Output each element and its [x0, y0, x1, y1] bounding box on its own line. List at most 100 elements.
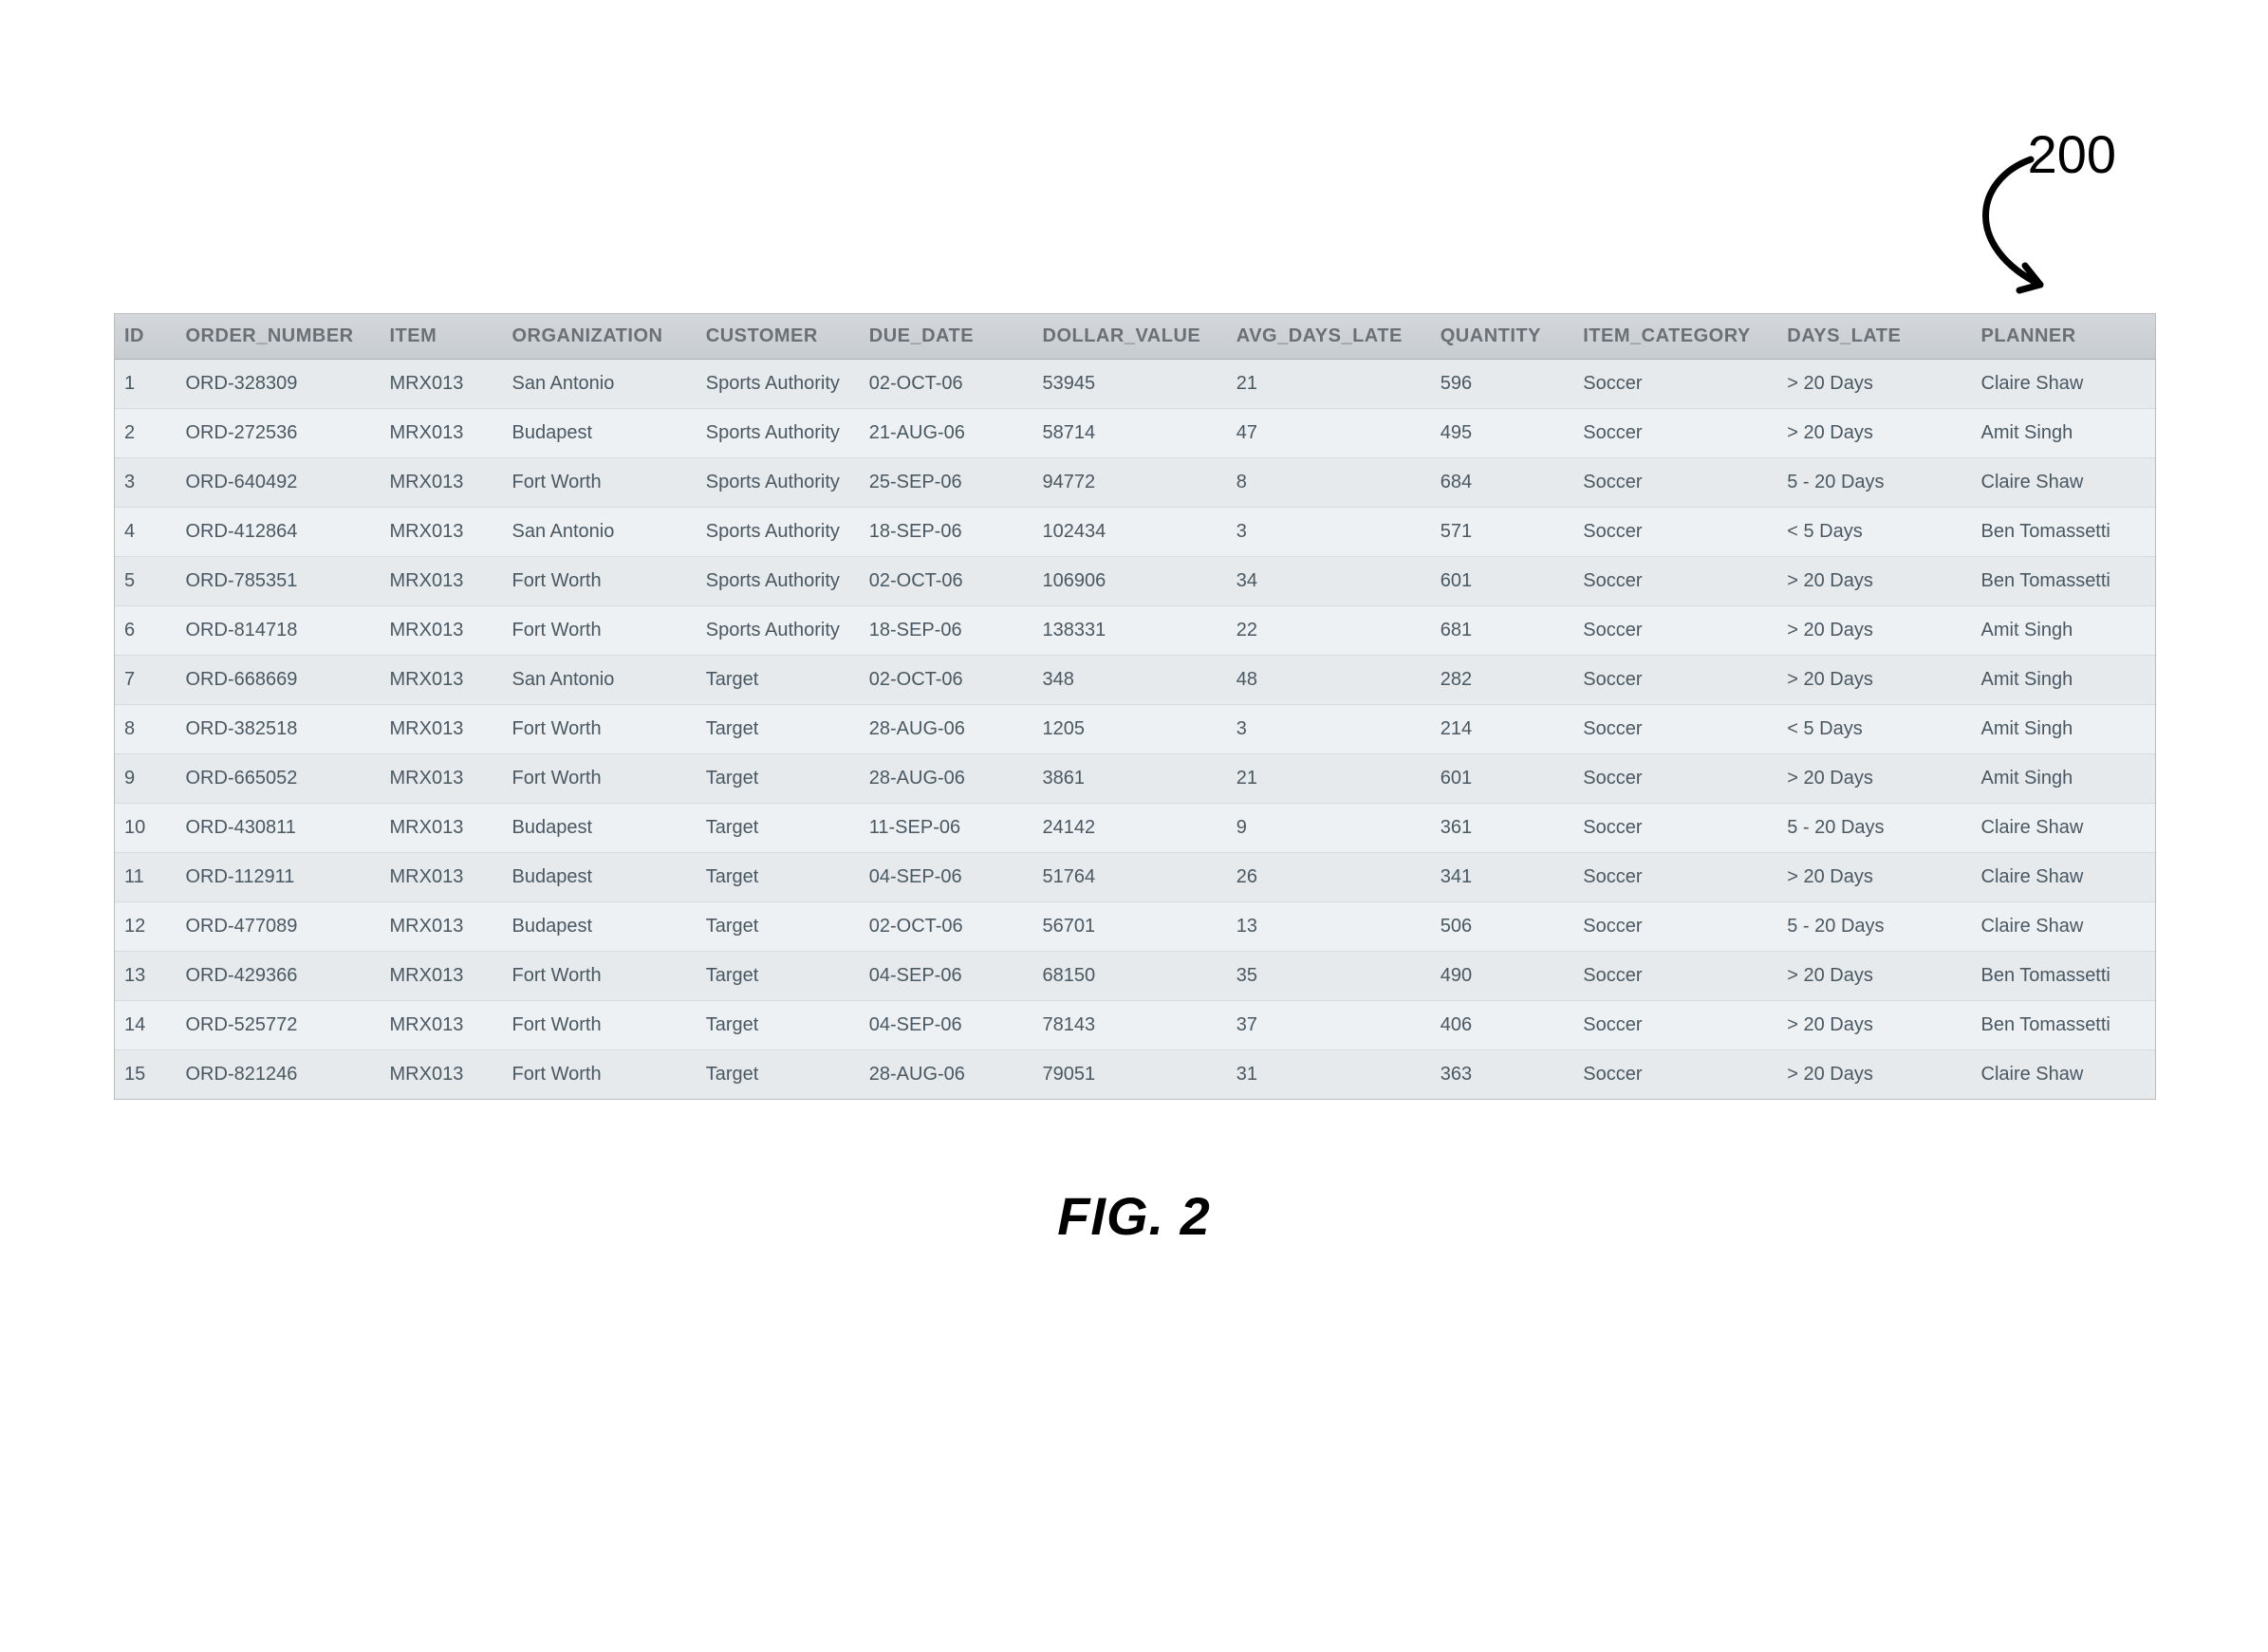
- cell-customer: Target: [697, 902, 860, 952]
- cell-planner: Amit Singh: [1972, 754, 2156, 804]
- cell-planner: Claire Shaw: [1972, 804, 2156, 853]
- cell-quantity: 406: [1431, 1001, 1574, 1050]
- cell-item-category: Soccer: [1573, 360, 1777, 409]
- col-header-due-date[interactable]: DUE_DATE: [860, 314, 1033, 360]
- cell-id: 6: [115, 606, 177, 656]
- cell-dollar-value: 3861: [1033, 754, 1227, 804]
- table-row[interactable]: 3ORD-640492MRX013Fort WorthSports Author…: [115, 458, 2155, 508]
- cell-item: MRX013: [381, 754, 503, 804]
- cell-avg-days-late: 3: [1227, 508, 1431, 557]
- cell-id: 13: [115, 952, 177, 1001]
- cell-item-category: Soccer: [1573, 804, 1777, 853]
- table-row[interactable]: 4ORD-412864MRX013San AntonioSports Autho…: [115, 508, 2155, 557]
- orders-table-container: ID ORDER_NUMBER ITEM ORGANIZATION CUSTOM…: [114, 313, 2156, 1100]
- cell-id: 15: [115, 1050, 177, 1100]
- table-row[interactable]: 13ORD-429366MRX013Fort WorthTarget04-SEP…: [115, 952, 2155, 1001]
- cell-organization: Fort Worth: [503, 458, 697, 508]
- cell-dollar-value: 138331: [1033, 606, 1227, 656]
- cell-due-date: 25-SEP-06: [860, 458, 1033, 508]
- cell-due-date: 28-AUG-06: [860, 1050, 1033, 1100]
- table-row[interactable]: 2ORD-272536MRX013BudapestSports Authorit…: [115, 409, 2155, 458]
- col-header-order-number[interactable]: ORDER_NUMBER: [177, 314, 381, 360]
- col-header-dollar-value[interactable]: DOLLAR_VALUE: [1033, 314, 1227, 360]
- cell-customer: Sports Authority: [697, 557, 860, 606]
- cell-organization: Budapest: [503, 853, 697, 902]
- cell-order-number: ORD-112911: [177, 853, 381, 902]
- cell-avg-days-late: 21: [1227, 754, 1431, 804]
- cell-id: 1: [115, 360, 177, 409]
- col-header-item-category[interactable]: ITEM_CATEGORY: [1573, 314, 1777, 360]
- cell-order-number: ORD-477089: [177, 902, 381, 952]
- cell-customer: Target: [697, 853, 860, 902]
- table-row[interactable]: 1ORD-328309MRX013San AntonioSports Autho…: [115, 360, 2155, 409]
- cell-days-late: 5 - 20 Days: [1777, 458, 1971, 508]
- table-row[interactable]: 14ORD-525772MRX013Fort WorthTarget04-SEP…: [115, 1001, 2155, 1050]
- cell-due-date: 02-OCT-06: [860, 902, 1033, 952]
- cell-order-number: ORD-430811: [177, 804, 381, 853]
- cell-organization: Fort Worth: [503, 557, 697, 606]
- table-row[interactable]: 12ORD-477089MRX013BudapestTarget02-OCT-0…: [115, 902, 2155, 952]
- col-header-item[interactable]: ITEM: [381, 314, 503, 360]
- cell-dollar-value: 68150: [1033, 952, 1227, 1001]
- cell-quantity: 684: [1431, 458, 1574, 508]
- cell-item: MRX013: [381, 705, 503, 754]
- cell-planner: Claire Shaw: [1972, 1050, 2156, 1100]
- col-header-avg-days-late[interactable]: AVG_DAYS_LATE: [1227, 314, 1431, 360]
- col-header-id[interactable]: ID: [115, 314, 177, 360]
- cell-organization: Budapest: [503, 804, 697, 853]
- table-row[interactable]: 10ORD-430811MRX013BudapestTarget11-SEP-0…: [115, 804, 2155, 853]
- cell-days-late: < 5 Days: [1777, 705, 1971, 754]
- table-row[interactable]: 15ORD-821246MRX013Fort WorthTarget28-AUG…: [115, 1050, 2155, 1100]
- cell-quantity: 361: [1431, 804, 1574, 853]
- cell-customer: Sports Authority: [697, 360, 860, 409]
- table-row[interactable]: 11ORD-112911MRX013BudapestTarget04-SEP-0…: [115, 853, 2155, 902]
- table-row[interactable]: 5ORD-785351MRX013Fort WorthSports Author…: [115, 557, 2155, 606]
- cell-item-category: Soccer: [1573, 656, 1777, 705]
- cell-dollar-value: 1205: [1033, 705, 1227, 754]
- cell-avg-days-late: 21: [1227, 360, 1431, 409]
- col-header-quantity[interactable]: QUANTITY: [1431, 314, 1574, 360]
- table-row[interactable]: 6ORD-814718MRX013Fort WorthSports Author…: [115, 606, 2155, 656]
- cell-planner: Claire Shaw: [1972, 902, 2156, 952]
- cell-customer: Target: [697, 1001, 860, 1050]
- cell-days-late: > 20 Days: [1777, 606, 1971, 656]
- cell-due-date: 04-SEP-06: [860, 952, 1033, 1001]
- col-header-days-late[interactable]: DAYS_LATE: [1777, 314, 1971, 360]
- cell-avg-days-late: 22: [1227, 606, 1431, 656]
- orders-table-body: 1ORD-328309MRX013San AntonioSports Autho…: [115, 360, 2155, 1100]
- cell-days-late: > 20 Days: [1777, 409, 1971, 458]
- table-row[interactable]: 8ORD-382518MRX013Fort WorthTarget28-AUG-…: [115, 705, 2155, 754]
- cell-quantity: 571: [1431, 508, 1574, 557]
- cell-id: 7: [115, 656, 177, 705]
- cell-dollar-value: 102434: [1033, 508, 1227, 557]
- cell-item: MRX013: [381, 409, 503, 458]
- cell-avg-days-late: 34: [1227, 557, 1431, 606]
- col-header-planner[interactable]: PLANNER: [1972, 314, 2156, 360]
- cell-due-date: 02-OCT-06: [860, 656, 1033, 705]
- cell-order-number: ORD-640492: [177, 458, 381, 508]
- cell-organization: Fort Worth: [503, 705, 697, 754]
- figure-caption: FIG. 2: [114, 1185, 2154, 1247]
- cell-avg-days-late: 13: [1227, 902, 1431, 952]
- cell-quantity: 495: [1431, 409, 1574, 458]
- table-row[interactable]: 9ORD-665052MRX013Fort WorthTarget28-AUG-…: [115, 754, 2155, 804]
- cell-customer: Sports Authority: [697, 606, 860, 656]
- cell-item: MRX013: [381, 1050, 503, 1100]
- cell-days-late: 5 - 20 Days: [1777, 902, 1971, 952]
- cell-dollar-value: 51764: [1033, 853, 1227, 902]
- cell-order-number: ORD-525772: [177, 1001, 381, 1050]
- cell-id: 4: [115, 508, 177, 557]
- table-row[interactable]: 7ORD-668669MRX013San AntonioTarget02-OCT…: [115, 656, 2155, 705]
- cell-quantity: 601: [1431, 754, 1574, 804]
- col-header-organization[interactable]: ORGANIZATION: [503, 314, 697, 360]
- cell-quantity: 596: [1431, 360, 1574, 409]
- cell-planner: Ben Tomassetti: [1972, 557, 2156, 606]
- cell-avg-days-late: 37: [1227, 1001, 1431, 1050]
- cell-item-category: Soccer: [1573, 705, 1777, 754]
- cell-quantity: 601: [1431, 557, 1574, 606]
- cell-days-late: > 20 Days: [1777, 360, 1971, 409]
- cell-item: MRX013: [381, 656, 503, 705]
- cell-dollar-value: 24142: [1033, 804, 1227, 853]
- cell-customer: Target: [697, 705, 860, 754]
- col-header-customer[interactable]: CUSTOMER: [697, 314, 860, 360]
